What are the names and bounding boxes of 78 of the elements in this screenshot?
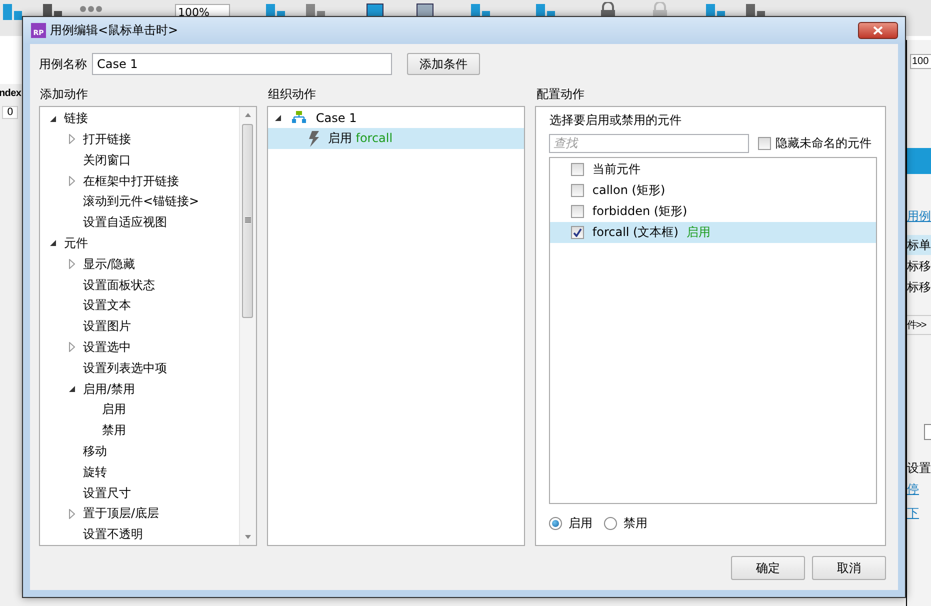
section-label: 设置: [907, 460, 931, 477]
tree-item[interactable]: 设置图片: [83, 318, 131, 336]
collapsed-icon[interactable]: [69, 508, 75, 519]
section-heading: 添加动作: [40, 86, 89, 104]
tree-item[interactable]: 滚动到元件<锚链接>: [83, 193, 200, 210]
section-heading: 组织动作: [268, 86, 317, 104]
checkbox[interactable]: [571, 226, 584, 240]
checkbox[interactable]: [571, 163, 584, 176]
use-case-link[interactable]: 用例: [907, 208, 931, 225]
add-condition-button[interactable]: 添加条件: [407, 53, 480, 76]
search-field[interactable]: 查找: [549, 134, 750, 153]
field-label: 用例名称: [39, 56, 87, 73]
tree-item[interactable]: 设置选中: [83, 338, 131, 356]
action-link[interactable]: 下: [907, 505, 919, 522]
tree-item[interactable]: 置于顶层/底层: [83, 505, 160, 522]
tree-item[interactable]: 设置面板状态: [83, 276, 155, 294]
section-heading: 配置动作: [536, 86, 586, 104]
panel-header: [907, 148, 931, 174]
more-button[interactable]: 件>>: [907, 315, 931, 335]
prompt-text: 选择要启用或禁用的元件: [549, 112, 682, 130]
tree-item[interactable]: 设置文本: [83, 297, 131, 314]
radio-label[interactable]: 禁用: [623, 514, 648, 532]
label-text: ndex: [0, 88, 22, 99]
tree-item[interactable]: 关闭窗口: [83, 152, 131, 169]
window-title: 用例编辑<鼠标单击时>: [50, 22, 180, 40]
collapsed-icon[interactable]: [69, 259, 75, 270]
grip-icon: [244, 217, 251, 224]
case-name-field[interactable]: Case 1: [92, 53, 392, 76]
collapsed-icon[interactable]: [69, 342, 75, 352]
tree-item[interactable]: 打开链接: [83, 130, 131, 148]
action-item[interactable]: 启用 forcall: [268, 128, 524, 150]
checkbox[interactable]: [758, 136, 772, 150]
checkbox[interactable]: [571, 205, 584, 218]
radio-button[interactable]: [549, 516, 562, 530]
radio-label[interactable]: 启用: [568, 514, 592, 532]
tree-item[interactable]: 设置列表选中项: [83, 360, 167, 377]
close-button[interactable]: [858, 22, 898, 40]
tree-item[interactable]: 设置自适应视图: [83, 214, 167, 232]
tree-item[interactable]: 移动: [83, 442, 107, 460]
scroll-up-icon[interactable]: [242, 111, 253, 120]
tree-item[interactable]: 显示/隐藏: [83, 256, 136, 273]
checkbox[interactable]: [924, 424, 931, 440]
event-item[interactable]: 标单: [907, 235, 931, 255]
expanded-icon[interactable]: [49, 114, 57, 123]
tree-item[interactable]: 启用/禁用: [83, 380, 136, 398]
scroll-down-icon[interactable]: [242, 533, 253, 541]
collapsed-icon[interactable]: [69, 134, 75, 144]
tree-item[interactable]: 禁用: [102, 422, 126, 440]
dots-icon[interactable]: [80, 6, 102, 12]
widget-item[interactable]: 当前元件: [592, 161, 640, 178]
tree-item[interactable]: 旋转: [83, 464, 107, 481]
cancel-button[interactable]: 取消: [812, 556, 886, 580]
tree-item[interactable]: 元件: [64, 234, 88, 252]
tree-item[interactable]: 设置不透明: [83, 526, 143, 544]
tree-item[interactable]: 设置尺寸: [83, 484, 131, 502]
zoom-field[interactable]: 100: [910, 54, 931, 69]
tree-item[interactable]: 启用: [102, 401, 126, 418]
collapsed-icon[interactable]: [69, 176, 75, 186]
ruler-value: 0: [2, 106, 18, 119]
widget-item[interactable]: forbidden (矩形): [592, 203, 688, 220]
tree-item[interactable]: 链接: [64, 110, 88, 128]
radio-button[interactable]: [604, 516, 618, 530]
expanded-icon[interactable]: [274, 114, 282, 122]
checkbox[interactable]: [571, 184, 584, 198]
event-item[interactable]: 标移: [907, 256, 931, 276]
checkbox-label[interactable]: 隐藏未命名的元件: [775, 134, 872, 152]
expanded-icon[interactable]: [49, 239, 57, 248]
check-icon: [573, 228, 582, 238]
ok-button[interactable]: 确定: [731, 556, 805, 580]
scrollbar[interactable]: [238, 107, 256, 545]
action-link[interactable]: 停: [907, 481, 919, 498]
case-item[interactable]: Case 1: [316, 110, 357, 125]
close-icon: [873, 26, 883, 36]
lightning-icon: [308, 130, 320, 147]
widget-item[interactable]: callon (矩形): [592, 182, 666, 200]
expanded-icon[interactable]: [68, 385, 76, 394]
event-item[interactable]: 标移: [907, 277, 931, 297]
tree-item[interactable]: 在框架中打开链接: [83, 172, 179, 190]
